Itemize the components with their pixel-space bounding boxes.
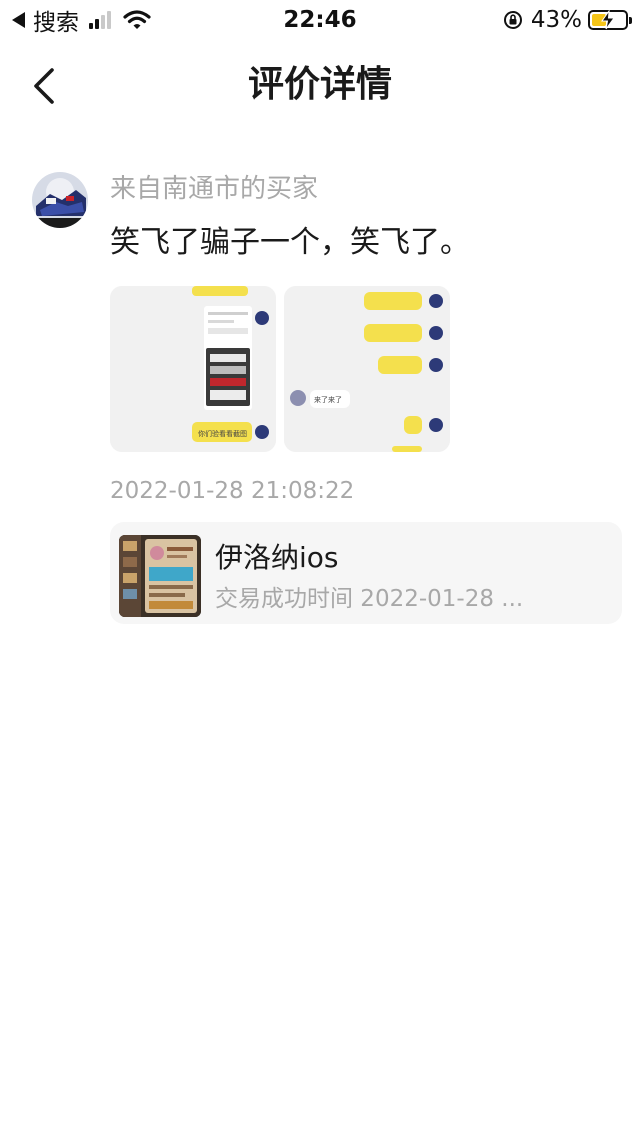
nav-bar: 评价详情 (0, 44, 640, 128)
battery-icon (588, 10, 632, 30)
page-title: 评价详情 (247, 64, 392, 105)
chat-bubble-text: 来了来了 (314, 396, 342, 404)
status-bar: 搜索 22:46 43% (0, 0, 640, 40)
chat-bubble-text: 你们验看看截图 (198, 429, 247, 438)
review-text: 笑飞了骗子一个，笑飞了。 (110, 225, 470, 260)
review-image[interactable]: 来了来了 (284, 286, 450, 452)
item-thumbnail (119, 535, 201, 617)
orientation-lock-icon (503, 11, 522, 29)
battery-percent: 43% (530, 7, 582, 33)
item-trade-time: 交易成功时间 2022-01-28 ... (215, 586, 524, 612)
avatar-image (32, 172, 88, 228)
battery-cap (629, 17, 632, 24)
chat-screenshot-image: 你们验看看截图 (110, 286, 276, 452)
item-title: 伊洛纳ios (215, 541, 339, 574)
review-images: 你们验看看截图 来了来了 (110, 286, 458, 452)
avatar[interactable] (32, 172, 88, 228)
review-date: 2022-01-28 21:08:22 (110, 478, 355, 504)
chat-screenshot-image: 来了来了 (284, 286, 450, 452)
review-image[interactable]: 你们验看看截图 (110, 286, 276, 452)
charging-bolt-icon (601, 10, 615, 30)
item-card[interactable]: 伊洛纳ios 交易成功时间 2022-01-28 ... (110, 522, 622, 624)
game-screenshot-image (119, 535, 201, 617)
status-bar-right: 43% (503, 4, 632, 36)
reviewer-name: 来自南通市的买家 (110, 174, 319, 204)
